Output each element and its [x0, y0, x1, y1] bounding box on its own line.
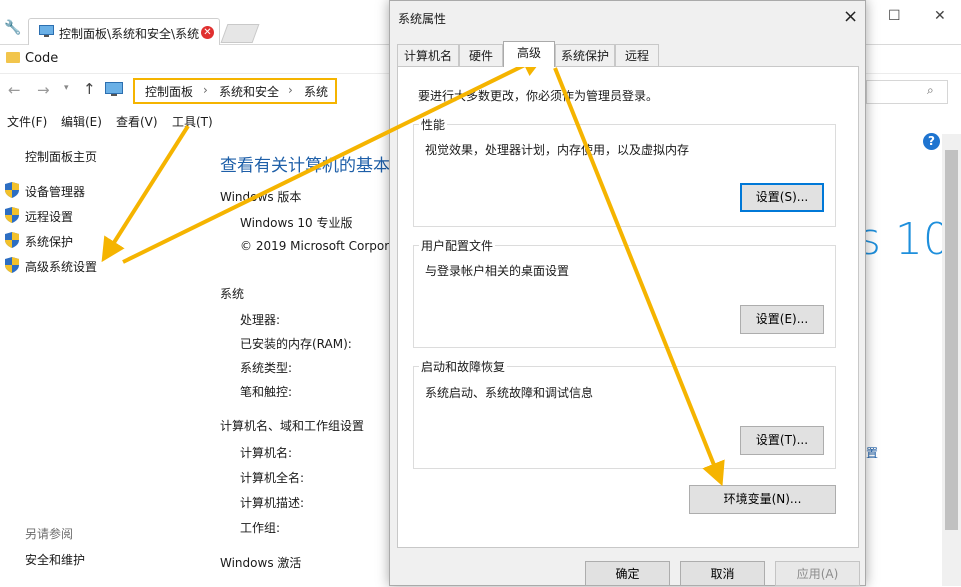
startup-recovery-settings-button[interactable]: 设置(T)...	[740, 426, 824, 455]
pen-touch-label: 笔和触控:	[240, 385, 293, 399]
forward-arrow-icon[interactable]: →	[37, 81, 50, 99]
shield-icon	[5, 257, 19, 276]
tab-system-protection[interactable]: 系统保护	[555, 44, 615, 66]
breadcrumb-item-control-panel[interactable]: 控制面板	[145, 83, 193, 100]
apply-button[interactable]: 应用(A)	[775, 561, 860, 586]
wrench-icon[interactable]: 🔧	[4, 20, 21, 36]
menu-edit[interactable]: 编辑(E)	[61, 113, 102, 130]
dialog-close-icon[interactable]: ×	[843, 6, 858, 27]
tab-hardware[interactable]: 硬件	[459, 44, 503, 66]
back-arrow-icon[interactable]: ←	[8, 81, 21, 99]
search-icon: ⌕	[927, 83, 934, 97]
menu-file[interactable]: 文件(F)	[7, 113, 47, 130]
breadcrumb-separator: ›	[288, 83, 293, 97]
environment-variables-button[interactable]: 环境变量(N)...	[689, 485, 836, 514]
performance-desc: 视觉效果，处理器计划，内存使用，以及虚拟内存	[425, 143, 690, 157]
arrow-tools-to-advanced	[101, 124, 190, 263]
page-title: 查看有关计算机的基本信	[220, 156, 407, 176]
scrollbar-thumb[interactable]	[945, 150, 958, 530]
computer-name-label: 计算机名:	[240, 446, 293, 460]
edition-section-title: Windows 版本	[220, 190, 302, 204]
tab-title: 控制面板\系统和安全\系统	[59, 27, 199, 41]
user-profiles-title: 用户配置文件	[419, 237, 496, 254]
computer-section-title: 计算机名、域和工作组设置	[220, 419, 365, 433]
restore-icon[interactable]: ☐	[888, 8, 901, 24]
shield-icon	[5, 207, 19, 226]
ram-label: 已安装的内存(RAM):	[240, 337, 352, 351]
remote-settings-link[interactable]: 远程设置	[25, 208, 73, 225]
menu-view[interactable]: 查看(V)	[116, 113, 158, 130]
admin-note: 要进行大多数更改，你必须作为管理员登录。	[418, 89, 659, 103]
device-manager-link[interactable]: 设备管理器	[25, 183, 85, 200]
tab-advanced[interactable]: 高级	[503, 41, 555, 67]
close-window-icon[interactable]: ✕	[934, 8, 946, 24]
shield-icon	[5, 182, 19, 201]
system-section-title: 系统	[220, 287, 245, 301]
user-profiles-settings-button[interactable]: 设置(E)...	[740, 305, 824, 334]
performance-settings-button[interactable]: 设置(S)...	[740, 183, 824, 212]
advanced-system-settings-link[interactable]: 高级系统设置	[25, 258, 97, 275]
tab-close-icon[interactable]: ✕	[201, 26, 214, 39]
workgroup-label: 工作组:	[240, 521, 281, 535]
breadcrumb-item-security[interactable]: 系统和安全	[219, 83, 279, 100]
startup-recovery-title: 启动和故障恢复	[419, 358, 508, 375]
description-label: 计算机描述:	[240, 496, 305, 510]
menu-tools[interactable]: 工具(T)	[172, 113, 213, 130]
performance-title: 性能	[419, 116, 448, 133]
help-icon[interactable]: ?	[923, 133, 940, 150]
full-name-label: 计算机全名:	[240, 471, 305, 485]
cancel-button[interactable]: 取消	[680, 561, 765, 586]
control-panel-home-link[interactable]: 控制面板主页	[25, 148, 97, 165]
startup-recovery-desc: 系统启动、系统故障和调试信息	[425, 386, 594, 400]
ok-button[interactable]: 确定	[585, 561, 670, 586]
dialog-title: 系统属性	[398, 12, 447, 26]
processor-label: 处理器:	[240, 313, 281, 327]
system-type-label: 系统类型:	[240, 361, 293, 375]
activation-section-title: Windows 激活	[220, 556, 302, 570]
copyright-value: © 2019 Microsoft Corpor	[240, 239, 390, 253]
user-profiles-desc: 与登录帐户相关的桌面设置	[425, 264, 570, 278]
breadcrumb-separator: ›	[203, 83, 208, 97]
breadcrumb-item-system[interactable]: 系统	[304, 83, 328, 100]
control-panel-icon	[105, 82, 123, 96]
search-input[interactable]: ⌕	[866, 80, 948, 104]
security-maintenance-link[interactable]: 安全和维护	[25, 551, 85, 568]
shield-icon	[5, 232, 19, 251]
bookmark-code[interactable]: Code	[25, 51, 58, 66]
up-arrow-icon[interactable]: ↑	[83, 80, 96, 98]
tab-remote[interactable]: 远程	[615, 44, 659, 66]
windows-10-logo: s 10	[858, 214, 951, 265]
browser-tab[interactable]: 控制面板\系统和安全\系统 ✕	[28, 18, 220, 46]
edition-value: Windows 10 专业版	[240, 216, 353, 230]
chevron-down-icon[interactable]: ▾	[64, 83, 69, 93]
system-protection-link[interactable]: 系统保护	[25, 233, 73, 250]
change-settings-link[interactable]: 置	[866, 444, 878, 461]
folder-icon	[6, 52, 20, 63]
see-also-title: 另请参阅	[25, 527, 74, 541]
tab-computer-name[interactable]: 计算机名	[397, 44, 459, 66]
monitor-icon	[39, 25, 54, 37]
